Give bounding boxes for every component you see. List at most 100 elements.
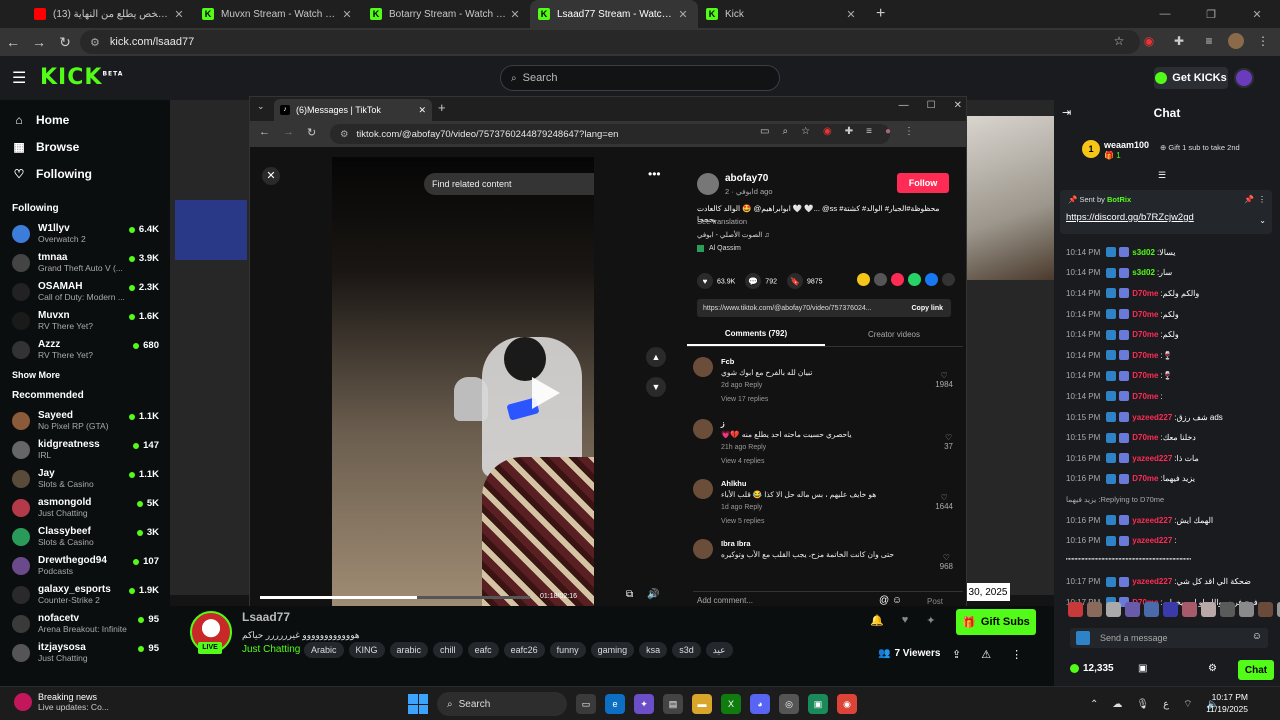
video-link-field[interactable]: https://www.tiktok.com/@abofay70/video/7… bbox=[697, 299, 951, 317]
search-input[interactable]: ⌕ Search bbox=[500, 65, 780, 91]
like-button[interactable]: ♥ 63.9K bbox=[697, 273, 735, 289]
commenter-avatar[interactable] bbox=[693, 357, 713, 377]
chat-username[interactable]: s3d02 bbox=[1132, 248, 1155, 257]
chat-username[interactable]: yazeed227 bbox=[1132, 516, 1172, 525]
sidebar-channel[interactable]: Jay Slots & Casino 1.1K bbox=[0, 464, 170, 493]
sidebar-channel[interactable]: itzjaysosa Just Chatting 95 bbox=[0, 638, 170, 667]
cast-icon[interactable]: ▭ bbox=[760, 126, 769, 137]
chat-username[interactable]: yazeed227 bbox=[1132, 577, 1172, 586]
close-tab-icon[interactable]: ✕ bbox=[844, 8, 858, 21]
volume-icon[interactable]: 🔊 bbox=[647, 589, 659, 600]
tiktok-new-tab-button[interactable]: + bbox=[438, 100, 446, 115]
tiktok-close-button[interactable]: ✕ bbox=[954, 100, 962, 111]
wifi-icon[interactable]: ⌔ bbox=[1183, 698, 1192, 711]
discord-icon[interactable]: ◕ bbox=[750, 694, 770, 714]
emoji-icon[interactable]: ☺ bbox=[1252, 631, 1262, 642]
edge-icon[interactable]: e bbox=[605, 694, 625, 714]
browser-tab[interactable]: K Muvxn Stream - Watch Live on✕ bbox=[194, 0, 362, 28]
share-option-icon[interactable] bbox=[942, 273, 955, 286]
commenter-name[interactable]: Ahlkhu bbox=[721, 479, 746, 488]
close-tab-icon[interactable]: ✕ bbox=[172, 8, 186, 21]
sidebar-channel[interactable]: galaxy_esports Counter-Strike 2 1.9K bbox=[0, 580, 170, 609]
sidebar-item-home[interactable]: ⌂ Home bbox=[0, 106, 170, 133]
chat-username[interactable]: D70me bbox=[1132, 474, 1158, 483]
taskbar-clock[interactable]: 10:17 PM 11/19/2025 bbox=[1206, 691, 1248, 715]
stream-tag[interactable]: eafc26 bbox=[503, 642, 545, 658]
sidebar-channel[interactable]: nofacetv Arena Breakout: Infinite 95 bbox=[0, 609, 170, 638]
supporter-avatar[interactable] bbox=[1239, 602, 1254, 617]
supporter-avatar[interactable] bbox=[1087, 602, 1102, 617]
bookmark-star-icon[interactable]: ☆ bbox=[801, 126, 810, 137]
expand-pinned-icon[interactable]: ⌄ bbox=[1259, 216, 1266, 225]
sidebar-channel[interactable]: OSAMAH Call of Duty: Modern ... 2.3K bbox=[0, 277, 170, 306]
supporter-avatar[interactable] bbox=[1125, 602, 1140, 617]
extensions-puzzle-icon[interactable]: ✚ bbox=[1168, 30, 1190, 52]
supporter-avatar[interactable] bbox=[1182, 602, 1197, 617]
vault-icon[interactable]: ▣ bbox=[1138, 663, 1147, 674]
tiktok-back-button[interactable]: ← bbox=[259, 126, 270, 138]
chat-username[interactable]: D70me bbox=[1132, 289, 1158, 298]
comment-like[interactable]: ♡ 1644 bbox=[935, 493, 953, 511]
file-explorer-icon[interactable]: ▬ bbox=[692, 694, 712, 714]
stream-tag[interactable]: gaming bbox=[590, 642, 635, 658]
sidebar-channel[interactable]: Azzz RV There Yet? 680 bbox=[0, 335, 170, 364]
comment-reply-button[interactable]: Reply bbox=[748, 444, 766, 451]
channel-name[interactable]: Lsaad77 bbox=[242, 610, 290, 624]
pip-icon[interactable]: ⧉ bbox=[626, 589, 633, 600]
site-info-icon[interactable]: ⚙ bbox=[340, 129, 349, 140]
stream-tag[interactable]: KING bbox=[348, 642, 385, 658]
sidebar-channel[interactable]: Sayeed No Pixel RP (GTA) 1.1K bbox=[0, 406, 170, 435]
comment-like[interactable]: ♡ 37 bbox=[944, 433, 953, 451]
stream-tag[interactable]: chill bbox=[433, 642, 463, 658]
tray-chevron-icon[interactable]: ⌃ bbox=[1090, 699, 1098, 710]
reload-button[interactable]: ↻ bbox=[52, 29, 78, 55]
stream-tag[interactable]: s3d bbox=[672, 642, 701, 658]
notification-icon[interactable]: 🔔 bbox=[870, 614, 884, 627]
chrome-icon[interactable]: ◉ bbox=[837, 694, 857, 714]
pinned-menu-icon[interactable]: ⋮ bbox=[1258, 195, 1266, 204]
more-icon[interactable]: ⋮ bbox=[1011, 648, 1022, 661]
app-icon[interactable]: ▣ bbox=[808, 694, 828, 714]
forward-button[interactable]: → bbox=[26, 29, 52, 55]
commenter-avatar[interactable] bbox=[693, 479, 713, 499]
close-window-button[interactable]: ✕ bbox=[1234, 0, 1280, 28]
see-translation-link[interactable]: See translation bbox=[697, 217, 747, 226]
share-icon[interactable]: ⇪ bbox=[952, 648, 961, 661]
share-option-icon[interactable] bbox=[891, 273, 904, 286]
follow-button[interactable]: Follow bbox=[897, 173, 949, 193]
next-video-button[interactable]: ▼ bbox=[646, 377, 666, 397]
comment-like[interactable]: ♡ 1984 bbox=[935, 371, 953, 389]
sidebar-channel[interactable]: kidgreatness IRL 147 bbox=[0, 435, 170, 464]
share-option-icon[interactable] bbox=[874, 273, 887, 286]
supporter-avatar[interactable] bbox=[1106, 602, 1121, 617]
copy-link-button[interactable]: Copy link bbox=[911, 305, 943, 312]
chat-drag-handle-icon[interactable]: ☰ bbox=[1158, 170, 1166, 181]
sidebar-item-browse[interactable]: ▦ Browse bbox=[0, 133, 170, 160]
supporter-avatar[interactable] bbox=[1258, 602, 1273, 617]
extension-icon[interactable]: ◉ bbox=[823, 126, 832, 137]
store-icon[interactable]: ▤ bbox=[663, 694, 683, 714]
maximize-button[interactable]: ❐ bbox=[1188, 0, 1234, 28]
stream-tag[interactable]: funny bbox=[549, 642, 586, 658]
chat-username[interactable]: yazeed227 bbox=[1132, 454, 1172, 463]
browser-tab[interactable]: K Botarry Stream - Watch Live on✕ bbox=[362, 0, 530, 28]
sidebar-channel[interactable]: asmongold Just Chatting 5K bbox=[0, 493, 170, 522]
pinned-link[interactable]: https://discord.gg/b7RZcjw2gd bbox=[1066, 212, 1194, 223]
stream-category[interactable]: Just Chatting bbox=[242, 644, 300, 655]
commenter-avatar[interactable] bbox=[693, 539, 713, 559]
browser-tab[interactable]: K Kick ✕ bbox=[698, 0, 866, 28]
chat-username[interactable]: D70me bbox=[1132, 351, 1158, 360]
reading-list-icon[interactable]: ≡ bbox=[1198, 30, 1220, 52]
chat-username[interactable]: yazeed227 bbox=[1132, 413, 1172, 422]
supporter-avatar[interactable] bbox=[1201, 602, 1216, 617]
video-progress-bar[interactable] bbox=[260, 596, 530, 599]
show-more-link[interactable]: Show More bbox=[0, 364, 170, 380]
microphone-icon[interactable]: 🎙 bbox=[1136, 699, 1149, 710]
pin-icon[interactable]: 📌 bbox=[1244, 195, 1254, 204]
new-tab-button[interactable]: + bbox=[876, 5, 885, 23]
find-related-input[interactable]: Find related content ⌕ bbox=[424, 173, 594, 195]
tab-creator-videos[interactable]: Creator videos bbox=[825, 323, 963, 346]
steam-icon[interactable]: ◎ bbox=[779, 694, 799, 714]
news-widget[interactable]: Breaking news Live updates: Co... bbox=[14, 692, 109, 712]
chat-message-input[interactable]: Send a message ☺ bbox=[1070, 628, 1268, 648]
